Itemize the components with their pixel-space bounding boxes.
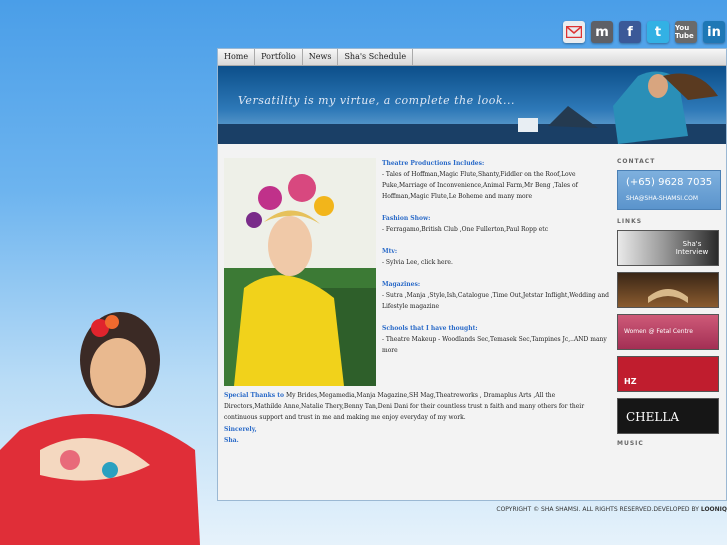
section-heading: Magazines: [382,281,421,288]
credits-text: Theatre Productions Includes: - Tales of… [382,158,610,356]
section-body: - Ferragamo,British Club ,One Fullerton,… [382,226,549,233]
signature: Sincerely, Sha. [224,424,257,446]
section-heading: Schools that I have thought: [382,325,478,332]
music-label: MUSIC [617,440,644,447]
section-body: - Theatre Makeup - Woodlands Sec,Temasek… [382,336,607,354]
book-icon [648,289,688,303]
thanks-paragraph: Special Thanks to My Brides,Megamedia,Ma… [224,390,614,423]
section-body: - Tales of Hoffman,Magic Flute,Shanty,Fi… [382,171,578,200]
banner-tagline: Versatility is my virtue, a complete the… [238,94,516,107]
link-banner-hz[interactable]: HZ [617,356,719,392]
link-label: Sha's Interview [675,240,709,256]
linkedin-icon[interactable]: in [703,21,725,43]
copyright-text: COPYRIGHT © SHA SHAMSI. ALL RIGHTS RESER… [496,506,701,513]
twitter-icon[interactable]: t [647,21,669,43]
developer-link[interactable]: LOONIQ [701,506,727,513]
email-address: SHA@SHA-SHAMSI.COM [626,195,699,202]
section-heading: Theatre Productions Includes: [382,160,485,167]
sign-line-2: Sha. [224,437,239,444]
link-banner-interview[interactable]: Sha's Interview [617,230,719,266]
facebook-icon[interactable]: f [619,21,641,43]
nav-home[interactable]: Home [218,49,256,65]
top-nav: Home Portfolio News Sha's Schedule [218,49,726,66]
section-heading: Fashion Show: [382,215,431,222]
nav-news[interactable]: News [303,49,339,65]
nav-schedule[interactable]: Sha's Schedule [338,49,414,65]
link-banner-chella[interactable]: CHELLA [617,398,719,434]
section-body[interactable]: - Sylvia Lee, click here. [382,257,610,268]
sign-line-1: Sincerely, [224,426,257,433]
section-body: - Sutra ,Manja ,Style,Ish,Catalogue ,Tim… [382,292,609,310]
phone-number: (+65) 9628 7035 [626,177,713,188]
link-label: Women @ Fetal Centre [624,328,693,335]
model-photo-left [0,312,200,545]
portrait-photo [224,158,376,386]
header-banner: Versatility is my virtue, a complete the… [218,66,726,144]
right-column: CONTACT (+65) 9628 7035 SHA@SHA-SHAMSI.C… [617,158,722,452]
myspace-icon[interactable]: m [591,21,613,43]
thanks-heading: Special Thanks to [224,392,285,399]
contact-box[interactable]: (+65) 9628 7035 SHA@SHA-SHAMSI.COM [617,170,721,210]
link-banner-fetal[interactable]: Women @ Fetal Centre [617,314,719,350]
youtube-icon[interactable]: You Tube [675,21,697,43]
footer: COPYRIGHT © SHA SHAMSI. ALL RIGHTS RESER… [217,506,727,513]
section-heading: Mtv: [382,248,398,255]
mail-icon[interactable] [563,21,585,43]
main-panel: Home Portfolio News Sha's Schedule Versa… [217,48,727,501]
link-banner-book[interactable] [617,272,719,308]
link-label: HZ [624,377,637,386]
content-area: Theatre Productions Includes: - Tales of… [218,144,726,500]
link-label: CHELLA [626,410,680,424]
contact-label: CONTACT [617,158,656,165]
social-links: m f t You Tube in [563,21,725,43]
links-label: LINKS [617,218,643,225]
nav-portfolio[interactable]: Portfolio [255,49,303,65]
